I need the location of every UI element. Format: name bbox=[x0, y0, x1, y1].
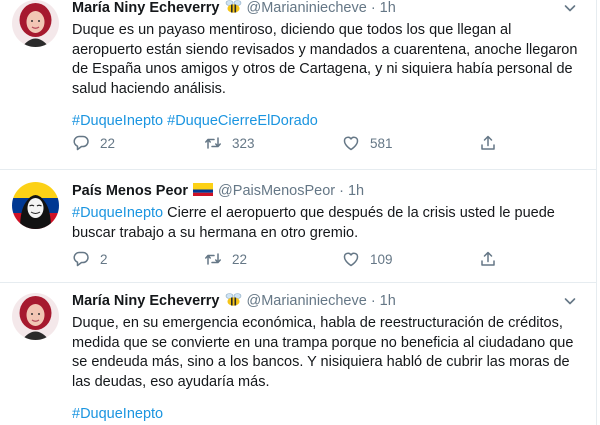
tweet[interactable]: María Niny Echeverry @Marianiniecheve · … bbox=[0, 283, 596, 425]
column-divider bbox=[596, 0, 597, 425]
heart-icon bbox=[343, 252, 359, 267]
chevron-down-icon[interactable] bbox=[562, 0, 578, 16]
like-button[interactable]: 109 bbox=[342, 250, 393, 268]
tweet-header: País Menos Peor @PaisMenosPeor · 1h bbox=[72, 181, 584, 201]
reply-count: 22 bbox=[100, 135, 116, 151]
heart-icon bbox=[343, 136, 359, 151]
retweet-icon bbox=[205, 253, 221, 265]
tweet-feed: María Niny Echeverry @Marianiniecheve · … bbox=[0, 0, 597, 425]
retweet-icon bbox=[205, 137, 221, 149]
retweet-button[interactable]: 22 bbox=[204, 250, 247, 268]
timestamp[interactable]: 1h bbox=[380, 293, 396, 309]
bee-emoji-icon bbox=[225, 0, 242, 18]
separator-dot: · bbox=[370, 0, 376, 16]
retweet-button[interactable]: 323 bbox=[204, 134, 255, 152]
bee-emoji-icon bbox=[225, 292, 242, 311]
hashtag-link[interactable]: #DuqueInepto bbox=[72, 113, 163, 129]
like-count: 109 bbox=[370, 251, 393, 267]
colombia-flag-icon bbox=[193, 182, 214, 200]
like-count: 581 bbox=[370, 135, 393, 151]
avatar[interactable] bbox=[12, 182, 59, 229]
display-name[interactable]: María Niny Echeverry bbox=[72, 293, 220, 309]
retweet-count: 323 bbox=[232, 135, 255, 151]
user-handle[interactable]: @Marianiniecheve bbox=[247, 293, 367, 309]
tweet-header: María Niny Echeverry @Marianiniecheve · … bbox=[72, 0, 584, 18]
chevron-down-icon[interactable] bbox=[562, 293, 578, 309]
reply-button[interactable]: 2 bbox=[72, 250, 108, 268]
share-icon bbox=[481, 251, 495, 266]
reply-icon bbox=[73, 135, 89, 151]
user-handle[interactable]: @Marianiniecheve bbox=[247, 0, 367, 16]
separator-dot: · bbox=[370, 293, 376, 309]
user-handle[interactable]: @PaisMenosPeor bbox=[218, 183, 335, 199]
like-button[interactable]: 581 bbox=[342, 134, 393, 152]
tweet-actions: 2 22 109 bbox=[72, 248, 584, 270]
hashtag-link[interactable]: #DuqueInepto bbox=[72, 205, 163, 221]
reply-icon bbox=[73, 251, 89, 267]
avatar[interactable] bbox=[12, 293, 59, 340]
share-button[interactable] bbox=[479, 134, 497, 152]
share-button[interactable] bbox=[479, 250, 497, 268]
tweet-text: Duque, en su emergencia económica, habla… bbox=[72, 315, 574, 390]
display-name[interactable]: María Niny Echeverry bbox=[72, 0, 220, 16]
tweet-header: María Niny Echeverry @Marianiniecheve · … bbox=[72, 291, 584, 311]
display-name[interactable]: País Menos Peor bbox=[72, 183, 188, 199]
reply-count: 2 bbox=[100, 251, 108, 267]
tweet-text: Duque es un payaso mentiroso, diciendo q… bbox=[72, 22, 578, 97]
tweet-actions: 22 323 581 bbox=[72, 132, 584, 154]
tweet-text: #DuqueInepto Cierre el aeropuerto que de… bbox=[72, 204, 584, 243]
timestamp[interactable]: 1h bbox=[348, 183, 364, 199]
hashtag-link[interactable]: #DuqueCierreElDorado bbox=[167, 113, 318, 129]
separator-dot: · bbox=[339, 183, 344, 199]
retweet-count: 22 bbox=[232, 251, 248, 267]
tweet[interactable]: País Menos Peor @PaisMenosPeor · 1h #Duq… bbox=[0, 170, 596, 283]
share-icon bbox=[481, 135, 495, 150]
reply-button[interactable]: 22 bbox=[72, 134, 115, 152]
avatar[interactable] bbox=[12, 0, 59, 47]
timestamp[interactable]: 1h bbox=[380, 0, 396, 16]
tweet[interactable]: María Niny Echeverry @Marianiniecheve · … bbox=[0, 0, 596, 170]
hashtag-line: #DuqueInepto bbox=[72, 405, 584, 425]
hashtag-link[interactable]: #DuqueInepto bbox=[72, 406, 163, 422]
hashtag-line: #DuqueInepto #DuqueCierreElDorado bbox=[72, 112, 584, 132]
